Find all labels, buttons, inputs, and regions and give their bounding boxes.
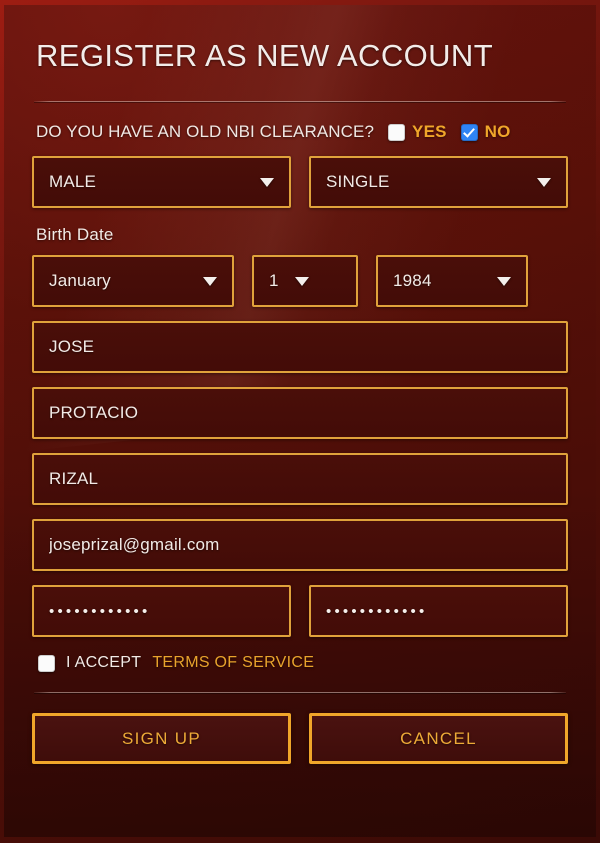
birth-date-label: Birth Date — [36, 225, 114, 244]
middle-name-value: PROTACIO — [49, 403, 139, 422]
password-row: •••••••••••• •••••••••••• — [32, 585, 568, 637]
chevron-down-icon — [260, 177, 274, 187]
chevron-down-icon — [537, 177, 551, 187]
first-name-value: JOSE — [49, 337, 95, 356]
nbi-no-checkbox[interactable] — [460, 123, 478, 141]
password-value: •••••••••••• — [49, 602, 151, 620]
civil-status-value: SINGLE — [326, 172, 390, 191]
first-name-input[interactable]: JOSE — [32, 321, 568, 373]
birth-date-row: January 1 1984 — [32, 255, 568, 307]
chevron-down-icon — [294, 276, 309, 286]
cancel-button[interactable]: CANCEL — [309, 713, 568, 764]
last-name-row: RIZAL — [32, 453, 568, 505]
terms-checkbox[interactable] — [38, 654, 55, 672]
action-buttons: SIGN UP CANCEL — [32, 713, 568, 764]
gender-select[interactable]: MALE — [32, 156, 291, 208]
terms-accept-label: I ACCEPT — [66, 654, 142, 671]
sign-up-button[interactable]: SIGN UP — [32, 713, 291, 764]
civil-status-select[interactable]: SINGLE — [309, 156, 568, 208]
nbi-clearance-row: DO YOU HAVE AN OLD NBI CLEARANCE? YES NO — [32, 102, 568, 142]
middle-name-row: PROTACIO — [32, 387, 568, 439]
password-input[interactable]: •••••••••••• — [32, 585, 291, 637]
first-name-row: JOSE — [32, 321, 568, 373]
email-input[interactable]: joseprizal@gmail.com — [32, 519, 568, 571]
last-name-value: RIZAL — [49, 469, 99, 488]
page-title: REGISTER AS NEW ACCOUNT — [36, 38, 494, 73]
birth-year-select[interactable]: 1984 — [376, 255, 528, 307]
birth-day-select[interactable]: 1 — [252, 255, 358, 307]
birth-day-value: 1 — [269, 271, 279, 290]
birth-month-value: January — [49, 271, 111, 290]
nbi-clearance-question: DO YOU HAVE AN OLD NBI CLEARANCE? — [36, 122, 375, 141]
registration-panel: REGISTER AS NEW ACCOUNT DO YOU HAVE AN O… — [4, 5, 596, 837]
birth-year-value: 1984 — [393, 271, 432, 290]
chevron-down-icon — [203, 276, 217, 286]
nbi-yes-option[interactable]: YES — [388, 122, 447, 142]
nbi-no-label: NO — [484, 122, 511, 141]
confirm-password-value: •••••••••••• — [326, 602, 428, 620]
nbi-no-option[interactable]: NO — [460, 122, 511, 142]
birth-month-select[interactable]: January — [32, 255, 234, 307]
gender-value: MALE — [49, 172, 97, 191]
last-name-input[interactable]: RIZAL — [32, 453, 568, 505]
actions-divider — [34, 692, 566, 693]
confirm-password-input[interactable]: •••••••••••• — [309, 585, 568, 637]
email-row: joseprizal@gmail.com — [32, 519, 568, 571]
window-frame: REGISTER AS NEW ACCOUNT DO YOU HAVE AN O… — [0, 0, 600, 843]
terms-of-service-link[interactable]: TERMS OF SERVICE — [152, 654, 314, 672]
nbi-yes-label: YES — [412, 122, 447, 141]
email-value: joseprizal@gmail.com — [49, 535, 220, 554]
gender-civil-row: MALE SINGLE — [32, 156, 568, 208]
chevron-down-icon — [497, 276, 511, 286]
terms-row[interactable]: I ACCEPT TERMS OF SERVICE — [32, 637, 568, 672]
nbi-yes-checkbox[interactable] — [388, 123, 406, 141]
middle-name-input[interactable]: PROTACIO — [32, 387, 568, 439]
